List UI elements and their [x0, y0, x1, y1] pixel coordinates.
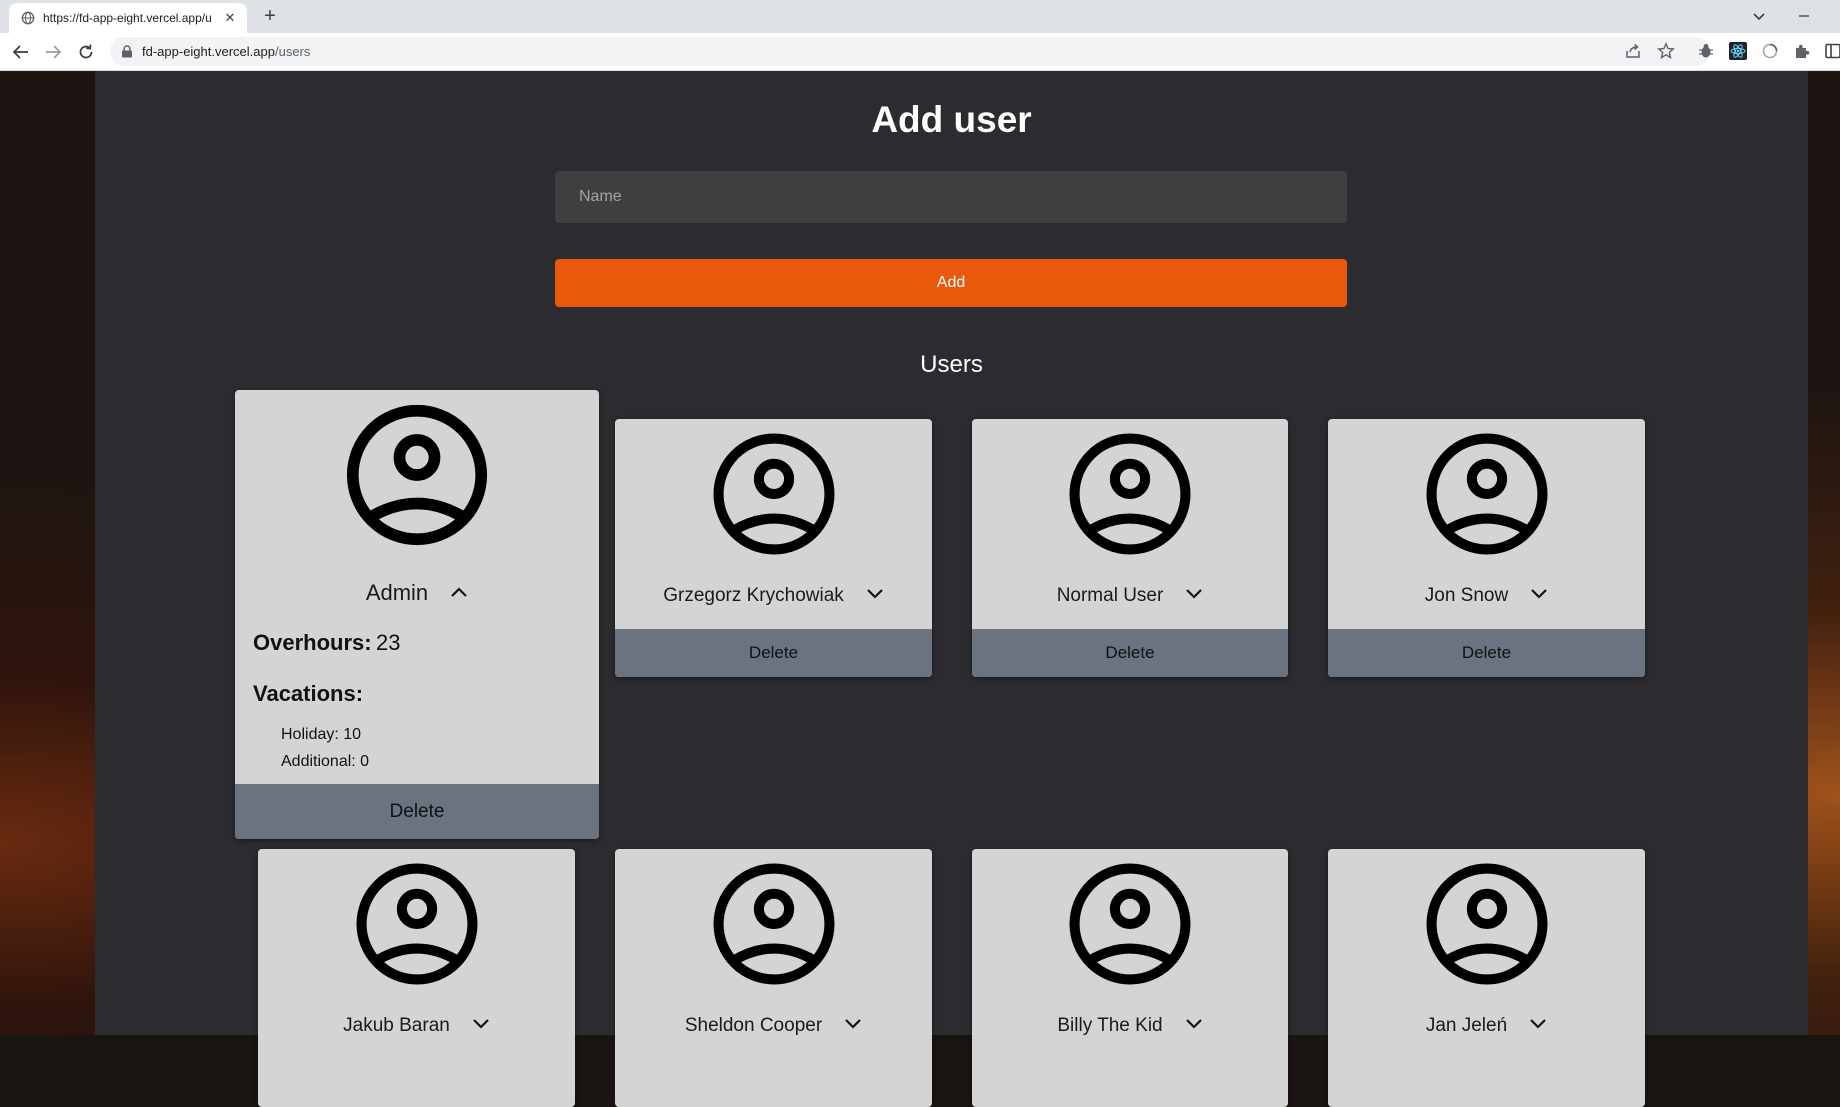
main-panel: Add user Add Users Admin Overhours: 23 V… — [95, 71, 1808, 1107]
reload-icon[interactable] — [76, 42, 96, 62]
delete-button[interactable]: Delete — [235, 784, 599, 839]
url-path: /users — [274, 44, 311, 59]
user-card-header[interactable]: Sheldon Cooper — [615, 1015, 932, 1037]
browser-toolbar: fd-app-eight.vercel.app/users — [0, 33, 1840, 71]
user-card-jon-snow: Jon Snow Delete — [1328, 419, 1645, 677]
lock-icon — [122, 45, 132, 58]
user-name: Grzegorz Krychowiak — [663, 585, 844, 606]
forward-arrow-icon[interactable] — [43, 42, 63, 62]
minimize-icon[interactable] — [1794, 6, 1814, 26]
back-arrow-icon[interactable] — [11, 42, 31, 62]
user-circle-icon — [713, 433, 834, 555]
user-circle-icon — [356, 863, 477, 985]
close-tab-icon[interactable]: ✕ — [222, 10, 238, 26]
chevron-down-icon[interactable] — [866, 588, 884, 600]
user-card-header[interactable]: Normal User — [972, 585, 1288, 607]
user-name: Sheldon Cooper — [684, 1015, 823, 1036]
share-icon[interactable] — [1624, 42, 1642, 60]
user-card-billy-the-kid: Billy The Kid — [972, 849, 1288, 1107]
user-name: Admin — [365, 580, 429, 605]
tab-search-chevron-icon[interactable] — [1749, 6, 1769, 26]
chevron-down-icon[interactable] — [1530, 588, 1548, 600]
user-name: Normal User — [1056, 585, 1164, 606]
chevron-down-icon[interactable] — [1185, 1018, 1203, 1030]
browser-tab-bar: https://fd-app-eight.vercel.app/u ✕ + — [0, 0, 1840, 33]
overhours-value: 23 — [376, 630, 401, 655]
chevron-up-icon[interactable] — [450, 586, 468, 598]
holiday-value: Holiday: 10 — [281, 726, 362, 743]
user-card-header[interactable]: Jan Jeleń — [1328, 1015, 1645, 1037]
vacations-label: Vacations: — [253, 681, 364, 706]
add-user-button[interactable]: Add — [555, 259, 1347, 307]
user-circle-icon — [1426, 433, 1547, 555]
user-circle-icon — [1426, 863, 1547, 985]
globe-icon — [21, 11, 35, 25]
additional-value: Additional: 0 — [281, 753, 370, 770]
user-name: Jon Snow — [1424, 585, 1509, 606]
user-card-header[interactable]: Billy The Kid — [972, 1015, 1288, 1037]
url-text: fd-app-eight.vercel.app/users — [142, 44, 310, 59]
chevron-down-icon[interactable] — [472, 1018, 490, 1030]
user-card-grzegorz-krychowiak: Grzegorz Krychowiak Delete — [615, 419, 932, 677]
delete-button[interactable]: Delete — [972, 629, 1288, 677]
tab-title: https://fd-app-eight.vercel.app/u — [43, 11, 212, 25]
address-bar[interactable]: fd-app-eight.vercel.app/users — [110, 37, 1710, 66]
name-input[interactable] — [555, 171, 1347, 223]
user-card-jakub-baran: Jakub Baran — [258, 849, 575, 1107]
bookmark-star-icon[interactable] — [1657, 42, 1675, 60]
page-background: Add user Add Users Admin Overhours: 23 V… — [0, 71, 1840, 1107]
circle-extension-icon[interactable] — [1761, 42, 1779, 60]
user-name: Jan Jeleń — [1425, 1015, 1508, 1036]
user-card-header[interactable]: Grzegorz Krychowiak — [615, 585, 932, 607]
user-card-sheldon-cooper: Sheldon Cooper — [615, 849, 932, 1107]
bug-extension-icon[interactable] — [1697, 42, 1715, 60]
delete-button[interactable]: Delete — [615, 629, 932, 677]
side-panel-icon[interactable] — [1824, 42, 1840, 60]
overhours-label: Overhours: — [253, 630, 372, 655]
user-card-header[interactable]: Admin — [235, 580, 599, 606]
user-name: Jakub Baran — [343, 1015, 450, 1036]
chevron-down-icon[interactable] — [844, 1018, 862, 1030]
url-host: fd-app-eight.vercel.app — [142, 44, 275, 59]
puzzle-extensions-icon[interactable] — [1793, 42, 1811, 60]
user-circle-icon — [1069, 863, 1191, 985]
react-devtools-extension-icon[interactable] — [1729, 42, 1747, 60]
user-card-jan-jelen: Jan Jeleń — [1328, 849, 1645, 1107]
users-heading: Users — [920, 351, 983, 378]
user-card-admin: Admin Overhours: 23 Vacations: Holiday: … — [235, 390, 599, 839]
user-name: Billy The Kid — [1057, 1015, 1163, 1036]
user-circle-icon — [1069, 433, 1191, 555]
user-details: Overhours: 23 Vacations: Holiday: 10 Add… — [253, 630, 401, 770]
user-card-header[interactable]: Jon Snow — [1328, 585, 1645, 607]
chevron-down-icon[interactable] — [1529, 1018, 1547, 1030]
browser-tab[interactable]: https://fd-app-eight.vercel.app/u ✕ — [9, 3, 247, 33]
chevron-down-icon[interactable] — [1185, 588, 1203, 600]
delete-button[interactable]: Delete — [1328, 629, 1645, 677]
new-tab-icon[interactable]: + — [259, 5, 281, 27]
page-title: Add user — [871, 99, 1032, 140]
user-card-header[interactable]: Jakub Baran — [258, 1015, 575, 1037]
user-circle-icon — [346, 404, 488, 546]
user-card-normal-user: Normal User Delete — [972, 419, 1288, 677]
user-circle-icon — [713, 863, 834, 985]
